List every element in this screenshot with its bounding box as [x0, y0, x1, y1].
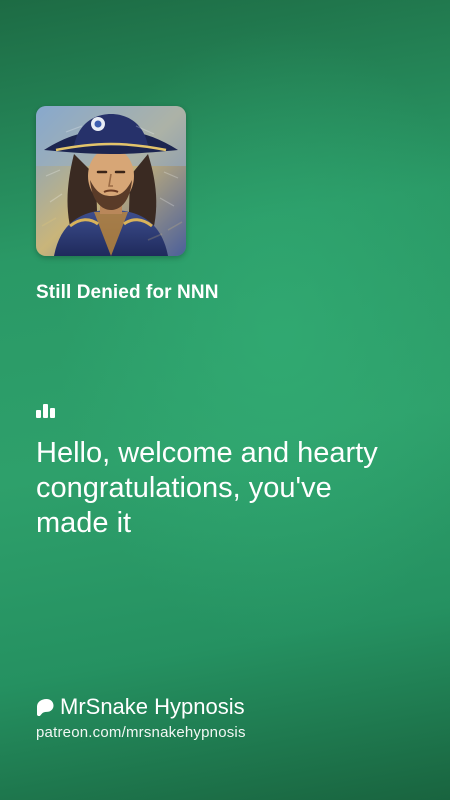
- share-card: Still Denied for NNN Hello, welcome and …: [0, 0, 450, 800]
- creator-url[interactable]: patreon.com/mrsnakehypnosis: [36, 724, 246, 741]
- patreon-icon: [37, 699, 54, 716]
- track-title: Still Denied for NNN: [36, 282, 219, 303]
- pirate-portrait-artwork: [36, 106, 186, 256]
- bar-chart-icon: [36, 404, 55, 418]
- lyrics-text: Hello, welcome and hearty congratulation…: [36, 437, 378, 539]
- creator-name: MrSnake Hypnosis: [60, 694, 245, 719]
- creator-row[interactable]: MrSnake Hypnosis: [36, 694, 245, 720]
